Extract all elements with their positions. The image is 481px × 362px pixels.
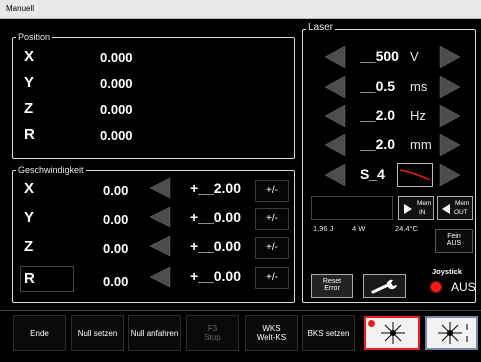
speed-setpoint-r[interactable]: +__0.00 <box>190 268 241 284</box>
play-left-icon <box>442 204 450 214</box>
bks-setzen-label: BKS setzen <box>307 328 350 338</box>
fein-line2: AUS <box>446 240 462 247</box>
laser-temp-readout: 24.4°C <box>395 224 419 233</box>
laser-param1-unit: V <box>410 49 419 64</box>
wrench-icon <box>371 279 397 294</box>
laser-status-box <box>311 196 393 220</box>
speed-axis-z: Z <box>24 238 34 255</box>
stop-line2: Stop <box>204 333 221 342</box>
title-bar: Manuell <box>0 0 481 19</box>
window-title: Manuell <box>6 4 35 13</box>
speed-plusminus-x-button[interactable]: +/- <box>255 180 289 202</box>
joystick-led-icon <box>431 282 441 292</box>
laser-param1-decrease-button[interactable] <box>324 45 346 69</box>
laser-param4-value[interactable]: __2.0 <box>360 136 395 152</box>
speed-axis-x: X <box>24 180 35 197</box>
laser-param3-decrease-button[interactable] <box>324 104 346 128</box>
stop-line1: F3 <box>207 324 218 333</box>
speed-plusminus-r-button[interactable]: +/- <box>255 267 289 289</box>
reset-line2: Error <box>324 285 340 292</box>
play-right-icon <box>404 204 412 214</box>
mem-in-line1: Mem <box>417 200 432 207</box>
speed-setpoint-y[interactable]: +__0.00 <box>190 209 241 225</box>
laser-param2-value[interactable]: __0.5 <box>360 78 395 94</box>
laser-pilot-burst-icon <box>438 322 468 344</box>
speed-setpoint-x[interactable]: +__2.00 <box>190 180 241 196</box>
position-value-x: 0.000 <box>100 50 133 65</box>
null-anfahren-button[interactable]: Null anfahren <box>128 315 181 351</box>
laser-param3-unit: Hz <box>410 108 426 123</box>
position-panel <box>12 37 295 159</box>
reset-line1: Reset <box>322 278 342 285</box>
laser-param2-unit: ms <box>410 79 428 94</box>
laser-param1-increase-button[interactable] <box>439 45 461 69</box>
position-panel-label: Position <box>16 32 53 42</box>
mem-out-line2: OUT <box>454 209 468 216</box>
bks-setzen-button[interactable]: BKS setzen <box>302 315 355 351</box>
position-axis-x: X <box>24 48 35 65</box>
speed-value-r: 0.00 <box>103 274 129 289</box>
position-axis-z: Z <box>24 100 34 117</box>
laser-shape-increase-button[interactable] <box>439 163 461 187</box>
speed-axis-y: Y <box>24 209 35 226</box>
position-value-z: 0.000 <box>100 102 133 117</box>
position-value-r: 0.000 <box>100 128 133 143</box>
wks-button[interactable]: WKS Welt-KS <box>245 315 298 351</box>
reset-error-button[interactable]: Reset Error <box>311 274 353 298</box>
laser-param2-decrease-button[interactable] <box>324 75 346 99</box>
joystick-state[interactable]: AUS <box>451 280 476 294</box>
speed-decrease-y-button[interactable] <box>149 206 171 228</box>
laser-shape-value[interactable]: S_4 <box>360 166 385 182</box>
fein-toggle-button[interactable]: Fein AUS <box>435 229 473 253</box>
ende-button[interactable]: Ende <box>13 315 66 351</box>
speed-plusminus-y-button[interactable]: +/- <box>255 208 289 230</box>
laser-power-readout: 4 W <box>352 224 366 233</box>
laser-shape-decrease-button[interactable] <box>324 163 346 187</box>
speed-decrease-r-button[interactable] <box>149 266 171 288</box>
laser-shape-preview <box>397 163 433 187</box>
laser-pilot-button[interactable] <box>425 316 478 350</box>
laser-param4-increase-button[interactable] <box>439 133 461 157</box>
laser-param4-unit: mm <box>410 137 432 152</box>
laser-fire-button[interactable] <box>364 316 420 350</box>
wks-line1: WKS <box>262 324 281 333</box>
null-setzen-button[interactable]: Null setzen <box>71 315 124 351</box>
speed-value-x: 0.00 <box>103 183 129 198</box>
laser-energy-readout: 1,96 J <box>313 224 334 233</box>
settings-button[interactable] <box>363 274 406 298</box>
laser-param3-increase-button[interactable] <box>439 104 461 128</box>
wks-line2: Welt-KS <box>256 333 287 342</box>
speed-plusminus-z-button[interactable]: +/- <box>255 237 289 259</box>
laser-param1-value[interactable]: __500 <box>360 48 399 64</box>
ende-label: Ende <box>30 328 49 338</box>
speed-decrease-x-button[interactable] <box>149 177 171 199</box>
mem-out-button[interactable]: Mem OUT <box>437 196 473 220</box>
null-anfahren-label: Null anfahren <box>130 328 179 338</box>
stop-button[interactable]: F3 Stop <box>186 315 239 351</box>
mem-in-line2: IN <box>419 209 426 216</box>
laser-param2-increase-button[interactable] <box>439 75 461 99</box>
speed-decrease-z-button[interactable] <box>149 235 171 257</box>
position-axis-y: Y <box>24 74 35 91</box>
mem-out-line1: Mem <box>455 200 470 207</box>
speed-panel-label: Geschwindigkeit <box>16 165 86 175</box>
joystick-label: Joystick <box>432 267 463 276</box>
laser-param3-value[interactable]: __2.0 <box>360 107 395 123</box>
laser-burst-icon <box>381 322 405 344</box>
mem-in-button[interactable]: Mem IN <box>398 196 434 220</box>
speed-value-y: 0.00 <box>103 212 129 227</box>
position-value-y: 0.000 <box>100 76 133 91</box>
speed-axis-r: R <box>24 270 35 287</box>
speed-setpoint-z[interactable]: +__0.00 <box>190 238 241 254</box>
null-setzen-label: Null setzen <box>77 328 118 338</box>
laser-param4-decrease-button[interactable] <box>324 133 346 157</box>
fein-line1: Fein <box>447 233 461 240</box>
speed-value-z: 0.00 <box>103 241 129 256</box>
laser-panel-label: Laser <box>306 22 336 33</box>
position-axis-r: R <box>24 126 35 143</box>
pulse-shape-curve-icon <box>399 169 431 181</box>
